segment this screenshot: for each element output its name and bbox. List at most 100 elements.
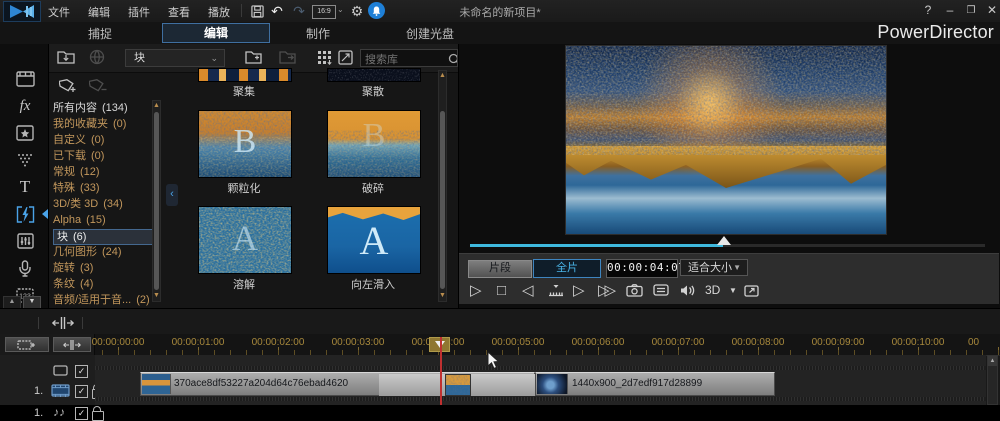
step-ruler-button[interactable]: [548, 280, 564, 300]
transition-room-icon[interactable]: [14, 203, 36, 225]
category-dropdown[interactable]: 块⌄: [125, 49, 225, 67]
audio-track-note-icon[interactable]: ♪♪: [53, 405, 65, 419]
scroll-down-icon[interactable]: ▼: [439, 292, 446, 300]
scroll-up-icon[interactable]: ▲: [988, 356, 997, 366]
search-box[interactable]: [360, 49, 458, 67]
category-block-selected[interactable]: 块(6): [53, 229, 153, 245]
video-track-icon[interactable]: [51, 384, 70, 397]
menu-plugins[interactable]: 插件: [128, 4, 150, 20]
voiceover-room-icon[interactable]: [14, 257, 36, 279]
transition-thumb-shatter[interactable]: B: [327, 110, 421, 178]
resize-thumbnails-icon[interactable]: [338, 50, 353, 65]
category-geometric[interactable]: 几何图形(24): [53, 245, 153, 261]
3d-caret-icon[interactable]: ▼: [729, 280, 737, 300]
category-audio[interactable]: 音频/适用于音...(2): [53, 293, 153, 308]
add-tag-icon[interactable]: [59, 77, 79, 94]
movie-mode-button[interactable]: 全片: [533, 259, 601, 278]
tab-produce[interactable]: 制作: [288, 25, 348, 42]
next-frame-button[interactable]: ▷: [573, 280, 585, 300]
category-rotate[interactable]: 旋转(3): [53, 261, 153, 277]
undock-preview-icon[interactable]: [744, 280, 759, 300]
help-button[interactable]: ?: [920, 3, 936, 17]
clip-mode-button[interactable]: 片段: [468, 260, 532, 278]
category-all-content[interactable]: 所有内容(134): [53, 101, 153, 117]
category-stripes[interactable]: 条纹(4): [53, 277, 153, 293]
aspect-ratio-badge[interactable]: 16:9: [312, 5, 336, 19]
tab-edit[interactable]: 编辑: [162, 23, 270, 43]
search-input[interactable]: [361, 53, 447, 67]
close-button[interactable]: ✕: [984, 3, 1000, 17]
menu-play[interactable]: 播放: [208, 4, 230, 20]
collapse-panel-button[interactable]: ‹: [166, 184, 178, 206]
transition-indicator[interactable]: [445, 374, 471, 396]
category-general[interactable]: 常规(12): [53, 165, 153, 181]
transition-thumb-scatter[interactable]: [327, 68, 421, 82]
3d-mode-button[interactable]: 3D: [705, 280, 720, 300]
restore-button[interactable]: ❐: [963, 5, 979, 16]
export-folder-icon[interactable]: [279, 49, 296, 64]
menu-file[interactable]: 文件: [48, 4, 70, 20]
category-custom[interactable]: 自定义(0): [53, 133, 153, 149]
aspect-caret-icon[interactable]: ⌄: [337, 5, 344, 14]
video-track-checkbox[interactable]: ✓: [75, 385, 88, 398]
track-manager-button[interactable]: [5, 337, 49, 352]
category-favorites[interactable]: 我的收藏夹(0): [53, 117, 153, 133]
undo-icon[interactable]: ↶: [268, 2, 286, 20]
pip-objects-room-icon[interactable]: [14, 122, 36, 144]
transition-thumb-gather[interactable]: [198, 68, 292, 82]
monitor-icon[interactable]: [53, 365, 68, 376]
save-icon[interactable]: [248, 2, 266, 20]
redo-icon[interactable]: ↷: [290, 2, 308, 20]
audio-track-lock-icon[interactable]: [92, 411, 104, 421]
settings-gear-icon[interactable]: ⚙: [348, 2, 366, 20]
scroll-up-icon[interactable]: ▲: [153, 102, 160, 110]
timeline-vscrollbar[interactable]: ▲: [987, 355, 998, 405]
transition-thumb-dissolve[interactable]: A: [198, 206, 292, 274]
title-room-icon[interactable]: T: [14, 176, 36, 198]
category-downloaded[interactable]: 已下载(0): [53, 149, 153, 165]
grid-view-icon[interactable]: [317, 50, 332, 65]
scroll-up-icon[interactable]: ▲: [439, 72, 446, 80]
category-scrollbar[interactable]: ▲ ▼: [152, 100, 161, 302]
split-clip-icon[interactable]: [50, 315, 76, 331]
category-scrollbar-thumb[interactable]: [154, 112, 159, 290]
play-button[interactable]: ▷: [470, 280, 482, 300]
effects-room-icon[interactable]: fx: [14, 95, 36, 117]
thumbnails-scrollbar[interactable]: ▲ ▼: [438, 70, 447, 302]
menu-edit[interactable]: 编辑: [88, 4, 110, 20]
timeline-ruler[interactable]: 00:00:00:00 00:00:01:00 00:00:02:00 00:0…: [0, 334, 1000, 356]
stop-button[interactable]: □: [497, 280, 506, 300]
audio-track-checkbox[interactable]: ✓: [75, 407, 88, 420]
snapshot-camera-icon[interactable]: [626, 280, 643, 300]
category-3d[interactable]: 3D/类 3D(34): [53, 197, 153, 213]
zoom-mode-dropdown[interactable]: 适合大小▼: [680, 259, 748, 276]
scroll-down-icon[interactable]: ▼: [153, 292, 160, 300]
fast-forward-button[interactable]: ▷▷: [598, 280, 611, 300]
thumbnails-scrollbar-thumb[interactable]: [440, 111, 445, 289]
tab-create-disc[interactable]: 创建光盘: [390, 25, 470, 42]
timeline-clip-2[interactable]: 1440x900_2d7edf917d28899: [535, 372, 775, 396]
minimize-button[interactable]: –: [942, 3, 958, 17]
new-folder-icon[interactable]: [245, 49, 262, 64]
audio-mixing-room-icon[interactable]: [14, 230, 36, 252]
timeline-clip-1[interactable]: 370ace8df53227a204d64c76ebad4620: [140, 372, 535, 396]
all-tracks-checkbox[interactable]: ✓: [75, 365, 88, 378]
seek-handle[interactable]: [717, 236, 731, 245]
menu-view[interactable]: 查看: [168, 4, 190, 20]
import-media-icon[interactable]: [57, 49, 75, 64]
transition-thumb-granulate[interactable]: B: [198, 110, 292, 178]
category-special[interactable]: 特殊(33): [53, 181, 153, 197]
preview-seek-bar[interactable]: [470, 244, 985, 247]
media-room-icon[interactable]: [14, 68, 36, 90]
download-templates-icon[interactable]: [89, 49, 105, 65]
category-alpha[interactable]: Alpha(15): [53, 213, 153, 229]
transition-thumb-slide-left[interactable]: A: [327, 206, 421, 274]
previous-frame-button[interactable]: ◁: [522, 280, 534, 300]
volume-icon[interactable]: [680, 280, 696, 300]
sample-letter: A: [328, 217, 420, 264]
remove-tag-icon[interactable]: [89, 77, 109, 94]
preview-quality-icon[interactable]: [653, 280, 669, 300]
audio-track-number: 1.: [34, 407, 43, 419]
particle-room-icon[interactable]: [14, 149, 36, 171]
tab-capture[interactable]: 捕捉: [70, 25, 130, 42]
